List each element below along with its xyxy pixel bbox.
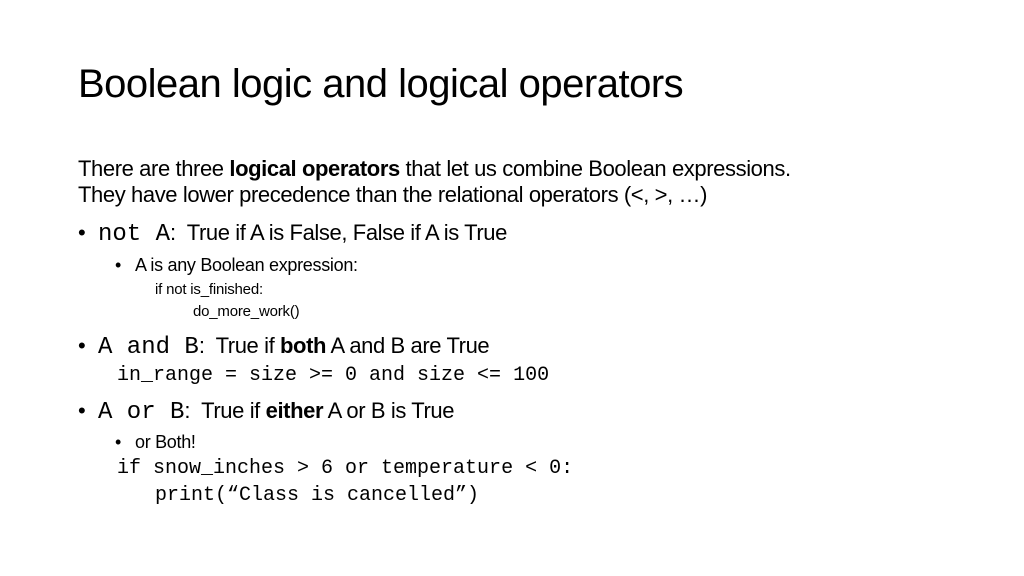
intro-text: that let us combine Boolean expressions. [399, 156, 792, 181]
bullet-glyph: • [78, 333, 86, 358]
sub-bullet-any-expression: • A is any Boolean expression: [115, 254, 358, 276]
code-line-in-range: in_range = size >= 0 and size <= 100 [117, 364, 550, 387]
bullet-or: • A or B: True if either A or B is True [78, 398, 454, 426]
code-line-print: print(“Class is cancelled”) [155, 484, 480, 507]
bullet-text: A and B are True [326, 333, 490, 358]
slide-title: Boolean logic and logical operators [78, 62, 684, 106]
bullet-text: : True if A is False, False if A is True [170, 220, 507, 245]
code-and: A and B [98, 334, 199, 361]
sub-bullet-or-both: • or Both! [115, 431, 196, 453]
bullet-glyph: • [115, 432, 122, 452]
intro-line-2: They have lower precedence than the rela… [78, 182, 708, 207]
bullet-text: A or B is True [323, 398, 455, 423]
bullet-and: • A and B: True if both A and B are True [78, 333, 490, 361]
bullet-text: : True if [198, 333, 281, 358]
code-line-if-snow: if snow_inches > 6 or temperature < 0: [117, 457, 574, 480]
bullet-text: : True if [184, 398, 266, 423]
bullet-glyph: • [78, 398, 86, 423]
bullet-not: • not A: True if A is False, False if A i… [78, 220, 507, 248]
bullet-bold: either [265, 398, 324, 423]
code-line-do-more-work: do_more_work() [193, 303, 300, 320]
intro-text: There are three [78, 156, 230, 181]
code-line-if-not: if not is_finished: [155, 281, 263, 298]
code-not: not A [98, 221, 171, 248]
intro-line-1: There are three logical operators that l… [78, 156, 791, 182]
code-or: A or B [98, 399, 185, 426]
intro-bold: logical operators [229, 156, 400, 181]
bullet-bold: both [280, 333, 327, 358]
sub-bullet-text: A is any Boolean expression: [135, 255, 358, 275]
sub-bullet-text: or Both! [135, 432, 196, 452]
bullet-glyph: • [78, 220, 86, 245]
bullet-glyph: • [115, 255, 122, 275]
